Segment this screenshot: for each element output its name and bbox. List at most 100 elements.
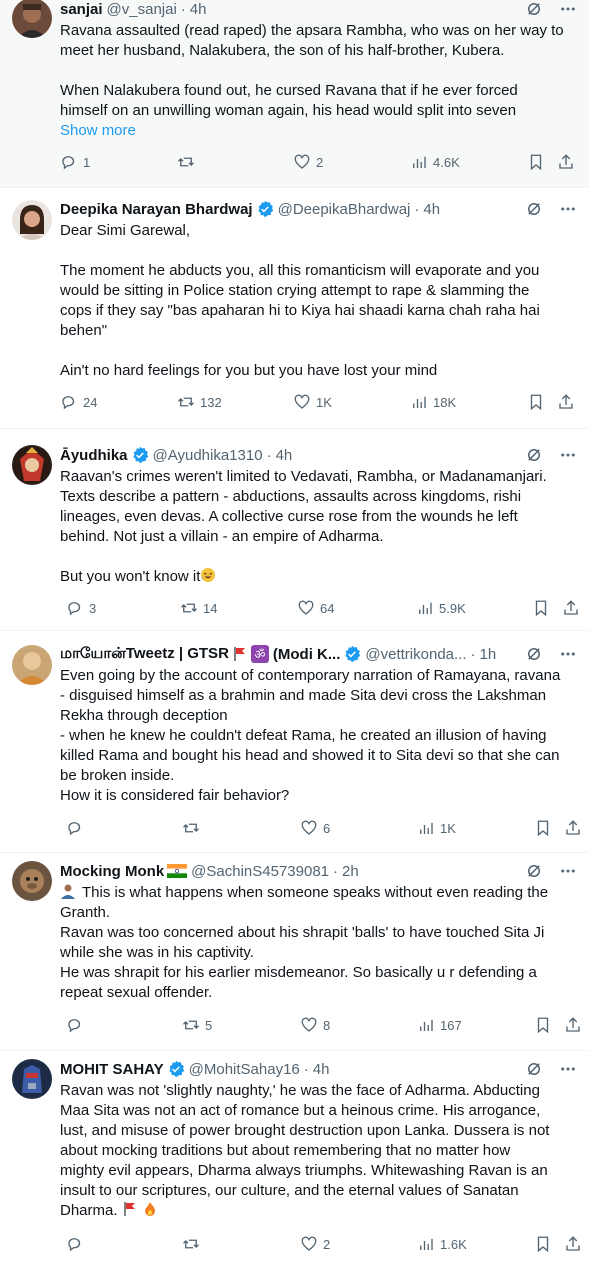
tweet-card[interactable]: மாயோன்Tweetz | GTSR ॐ (Modi K... @vettri… xyxy=(0,631,589,853)
repost-icon xyxy=(183,1239,199,1249)
repost-button[interactable]: 14 xyxy=(180,599,217,617)
more-icon[interactable] xyxy=(559,862,577,880)
bookmark-button[interactable] xyxy=(527,393,545,411)
tweet-header: மாயோன்Tweetz | GTSR ॐ (Modi K... @vettri… xyxy=(60,644,577,664)
share-button[interactable] xyxy=(557,393,575,411)
timestamp[interactable]: 4h xyxy=(313,1061,330,1078)
tweet-card[interactable]: Deepika Narayan Bhardwaj @DeepikaBhardwa… xyxy=(0,188,589,429)
reply-button[interactable] xyxy=(66,1016,89,1034)
reply-button[interactable]: 24 xyxy=(60,393,97,411)
reply-button[interactable] xyxy=(66,819,89,837)
repost-button[interactable] xyxy=(177,153,200,171)
repost-button[interactable]: 5 xyxy=(182,1016,212,1034)
avatar[interactable] xyxy=(12,200,52,240)
like-button[interactable]: 6 xyxy=(300,819,330,837)
repost-button[interactable] xyxy=(182,1235,205,1253)
bookmark-icon xyxy=(535,600,547,617)
reply-icon xyxy=(68,1238,81,1252)
author-handle[interactable]: @MohitSahay16 xyxy=(189,1061,300,1078)
verified-badge-icon xyxy=(168,1060,184,1078)
reply-button[interactable]: 1 xyxy=(60,153,90,171)
views-button[interactable]: 1K xyxy=(417,819,456,837)
timestamp[interactable]: 4h xyxy=(423,201,440,218)
avatar[interactable] xyxy=(12,0,52,38)
show-more-link[interactable]: Show more xyxy=(60,121,577,141)
timestamp[interactable]: 2h xyxy=(342,863,359,880)
timestamp[interactable]: 4h xyxy=(190,1,207,18)
share-button[interactable] xyxy=(564,1235,582,1253)
views-button[interactable]: 167 xyxy=(417,1016,462,1034)
author-name[interactable]: Āyudhika xyxy=(60,447,128,464)
bookmark-icon xyxy=(530,154,542,171)
grok-icon[interactable] xyxy=(525,446,543,464)
grok-icon[interactable] xyxy=(525,200,543,218)
views-button[interactable]: 1.6K xyxy=(417,1235,467,1253)
tweet-card[interactable]: Mocking Monk @SachinS45739081 · 2h This … xyxy=(0,853,589,1051)
bookmark-button[interactable] xyxy=(534,1235,552,1253)
bookmark-icon xyxy=(530,394,542,411)
repost-button[interactable] xyxy=(182,819,205,837)
avatar[interactable] xyxy=(12,1059,52,1099)
author-handle[interactable]: @DeepikaBhardwaj xyxy=(278,201,411,218)
tweet-text: Even going by the account of contemporar… xyxy=(60,667,561,804)
author-name[interactable]: Mocking Monk xyxy=(60,863,164,880)
share-button[interactable] xyxy=(564,1016,582,1034)
tweet-card[interactable]: Āyudhika @Ayudhika1310 · 4h Raavan's cri… xyxy=(0,429,589,631)
verified-badge-icon xyxy=(132,446,148,464)
tweet-text: Ravana assaulted (read raped) the apsara… xyxy=(60,21,577,141)
author-name[interactable]: மாயோன்Tweetz | GTSR xyxy=(60,645,229,664)
share-icon xyxy=(566,1017,580,1032)
views-button[interactable]: 5.9K xyxy=(416,599,466,617)
views-button[interactable]: 18K xyxy=(410,393,456,411)
share-button[interactable] xyxy=(562,599,580,617)
reply-button[interactable]: 3 xyxy=(66,599,96,617)
share-button[interactable] xyxy=(557,153,575,171)
author-handle[interactable]: @SachinS45739081 xyxy=(191,863,329,880)
repost-icon xyxy=(181,603,197,613)
reply-button[interactable] xyxy=(66,1235,89,1253)
more-icon[interactable] xyxy=(559,200,577,218)
crying-laughing-emoji-icon xyxy=(201,568,216,582)
grok-icon[interactable] xyxy=(525,645,543,663)
tweet-card[interactable]: sanjai @v_sanjai · 4h Ravana assaulted (… xyxy=(0,0,589,188)
more-icon[interactable] xyxy=(559,0,577,18)
author-handle[interactable]: @v_sanjai xyxy=(107,1,177,18)
bookmark-button[interactable] xyxy=(534,819,552,837)
grok-icon[interactable] xyxy=(525,0,543,18)
like-button[interactable]: 64 xyxy=(297,599,334,617)
more-icon[interactable] xyxy=(559,1060,577,1078)
tweet-card[interactable]: MOHIT SAHAY @MohitSahay16 · 4h Ravan was… xyxy=(0,1051,589,1271)
share-button[interactable] xyxy=(564,819,582,837)
author-name[interactable]: Deepika Narayan Bhardwaj xyxy=(60,201,253,218)
reply-icon xyxy=(68,822,81,836)
bookmark-button[interactable] xyxy=(532,599,550,617)
reply-icon xyxy=(62,156,75,170)
like-button[interactable]: 2 xyxy=(300,1235,330,1253)
bookmark-button[interactable] xyxy=(534,1016,552,1034)
reply-icon xyxy=(68,1019,81,1033)
timestamp[interactable]: 1h xyxy=(480,646,497,663)
avatar[interactable] xyxy=(12,645,52,685)
heart-icon xyxy=(298,600,314,615)
more-icon[interactable] xyxy=(559,645,577,663)
author-name[interactable]: MOHIT SAHAY xyxy=(60,1061,164,1078)
verified-badge-icon xyxy=(345,645,361,663)
bookmark-icon xyxy=(537,1236,549,1253)
views-button[interactable]: 4.6K xyxy=(410,153,460,171)
more-icon[interactable] xyxy=(559,446,577,464)
tweet-header: Deepika Narayan Bhardwaj @DeepikaBhardwa… xyxy=(60,199,577,219)
author-name[interactable]: sanjai xyxy=(60,1,103,18)
avatar[interactable] xyxy=(12,861,52,901)
like-button[interactable]: 8 xyxy=(300,1016,330,1034)
like-button[interactable]: 1K xyxy=(293,393,332,411)
repost-button[interactable]: 132 xyxy=(177,393,222,411)
grok-icon[interactable] xyxy=(525,1060,543,1078)
bookmark-button[interactable] xyxy=(527,153,545,171)
like-button[interactable]: 2 xyxy=(293,153,323,171)
grok-icon[interactable] xyxy=(525,862,543,880)
author-handle[interactable]: @Ayudhika1310 xyxy=(153,447,263,464)
svg-text:ॐ: ॐ xyxy=(254,648,265,662)
author-handle[interactable]: @vettrikonda... xyxy=(365,646,466,663)
avatar[interactable] xyxy=(12,445,52,485)
timestamp[interactable]: 4h xyxy=(276,447,293,464)
